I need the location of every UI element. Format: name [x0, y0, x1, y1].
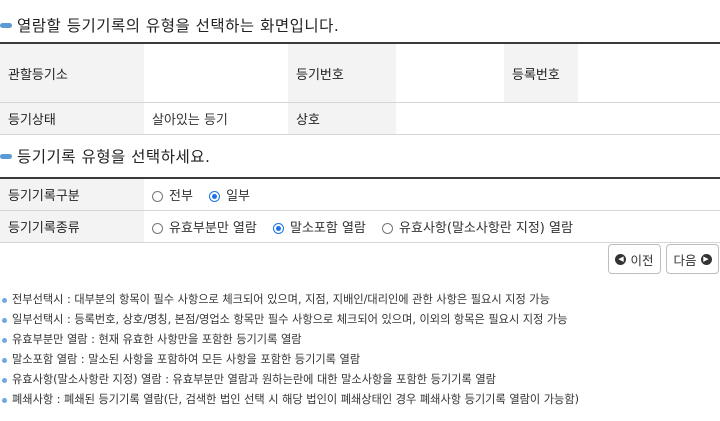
office-value: [144, 42, 288, 103]
list-item: 유효부분만 열람 : 현재 유효한 사항만을 포함한 등기기록 열람: [0, 330, 579, 350]
bullet-icon: [2, 397, 7, 403]
heading-bar-icon: [0, 22, 12, 28]
status-label: 등기상태: [0, 102, 144, 135]
note-text: 일부선택시 : 등록번호, 상호/명칭, 본점/영업소 항목만 필수 사항으로 …: [12, 313, 568, 326]
next-button[interactable]: 다음 ▶: [666, 244, 719, 274]
radio-button[interactable]: [152, 223, 163, 234]
reg-no-label: 등기번호: [288, 42, 396, 103]
radio-button[interactable]: [152, 191, 163, 202]
bullet-icon: [2, 377, 7, 383]
heading-text: 열람할 등기기록의 유형을 선택하는 화면입니다.: [17, 17, 340, 35]
heading-text: 등기기록 유형을 선택하세요.: [17, 148, 211, 166]
radio-button[interactable]: [382, 223, 394, 234]
office-label: 관할등기소: [0, 42, 144, 103]
chevron-right-icon: ▶: [700, 253, 712, 265]
radio-label: 일부: [226, 189, 250, 204]
list-item: 폐쇄사항 : 폐쇄된 등기기록 열람(단, 검색한 법인 선택 시 해당 법인이…: [0, 390, 579, 410]
kind-options: 유효부분만 열람 말소포함 열람 유효사항(말소사항란 지정) 열람: [144, 210, 720, 243]
list-item: 전부선택시 : 대부분의 항목이 필수 사항으로 체크되어 있으며, 지점, 지…: [0, 290, 579, 310]
bullet-icon: [2, 297, 7, 303]
note-text: 유효부분만 열람 : 현재 유효한 사항만을 포함한 등기기록 열람: [12, 333, 302, 346]
radio-option-valid-only[interactable]: 유효부분만 열람: [152, 221, 261, 236]
radio-label: 말소포함 열람: [290, 221, 366, 236]
section-heading-select-type: 등기기록 유형을 선택하세요.: [0, 145, 210, 167]
list-item: 말소포함 열람 : 말소된 사항을 포함하여 모든 사항을 포함한 등기기록 열…: [0, 350, 579, 370]
chevron-left-icon: ◀: [615, 253, 627, 265]
list-item: 일부선택시 : 등록번호, 상호/명칭, 본점/영업소 항목만 필수 사항으로 …: [0, 310, 579, 330]
record-no-label: 등록번호: [504, 42, 578, 103]
radio-option-all[interactable]: 전부: [152, 189, 197, 204]
prev-button[interactable]: ◀ 이전: [608, 244, 661, 274]
bullet-icon: [2, 337, 7, 343]
bullet-icon: [2, 317, 7, 323]
section-heading-view-type: 열람할 등기기록의 유형을 선택하는 화면입니다.: [0, 14, 339, 36]
radio-option-partial[interactable]: 일부: [209, 189, 250, 204]
reg-no-value: [396, 42, 504, 103]
radio-option-include-deleted[interactable]: 말소포함 열람: [273, 221, 370, 236]
category-label: 등기기록구분: [0, 177, 144, 211]
heading-bar-icon: [0, 153, 12, 159]
prev-label: 이전: [630, 252, 654, 268]
bullet-icon: [2, 357, 7, 363]
note-text: 유효사항(말소사항란 지정) 열람 : 유효부분만 열람과 원하는란에 대한 말…: [12, 373, 496, 386]
note-text: 폐쇄사항 : 폐쇄된 등기기록 열람(단, 검색한 법인 선택 시 해당 법인이…: [12, 393, 579, 406]
radio-button-selected[interactable]: [209, 191, 221, 202]
note-text: 전부선택시 : 대부분의 항목이 필수 사항으로 체크되어 있으며, 지점, 지…: [12, 293, 550, 306]
list-item: 유효사항(말소사항란 지정) 열람 : 유효부분만 열람과 원하는란에 대한 말…: [0, 370, 579, 390]
note-text: 말소포함 열람 : 말소된 사항을 포함하여 모든 사항을 포함한 등기기록 열…: [12, 353, 361, 366]
company-label: 상호: [288, 102, 396, 135]
radio-button-selected[interactable]: [273, 223, 284, 234]
record-type-table: 등기기록구분 전부 일부 등기기록종류 유효부분만 열람 말소포함 열람 유효사…: [0, 177, 720, 243]
category-options: 전부 일부: [144, 177, 720, 211]
radio-option-valid-designated[interactable]: 유효사항(말소사항란 지정) 열람: [382, 221, 573, 236]
help-notes-list: 전부선택시 : 대부분의 항목이 필수 사항으로 체크되어 있으며, 지점, 지…: [0, 290, 579, 410]
status-value: 살아있는 등기: [144, 102, 288, 135]
radio-label: 유효부분만 열람: [169, 221, 257, 236]
kind-label: 등기기록종류: [0, 210, 144, 243]
registry-info-table: 관할등기소 등기번호 등록번호 등기상태 살아있는 등기 상호: [0, 42, 720, 135]
radio-label: 유효사항(말소사항란 지정) 열람: [399, 221, 573, 236]
next-label: 다음: [673, 252, 697, 268]
record-no-value: [578, 42, 720, 103]
radio-label: 전부: [169, 189, 193, 204]
company-value: [396, 102, 720, 135]
